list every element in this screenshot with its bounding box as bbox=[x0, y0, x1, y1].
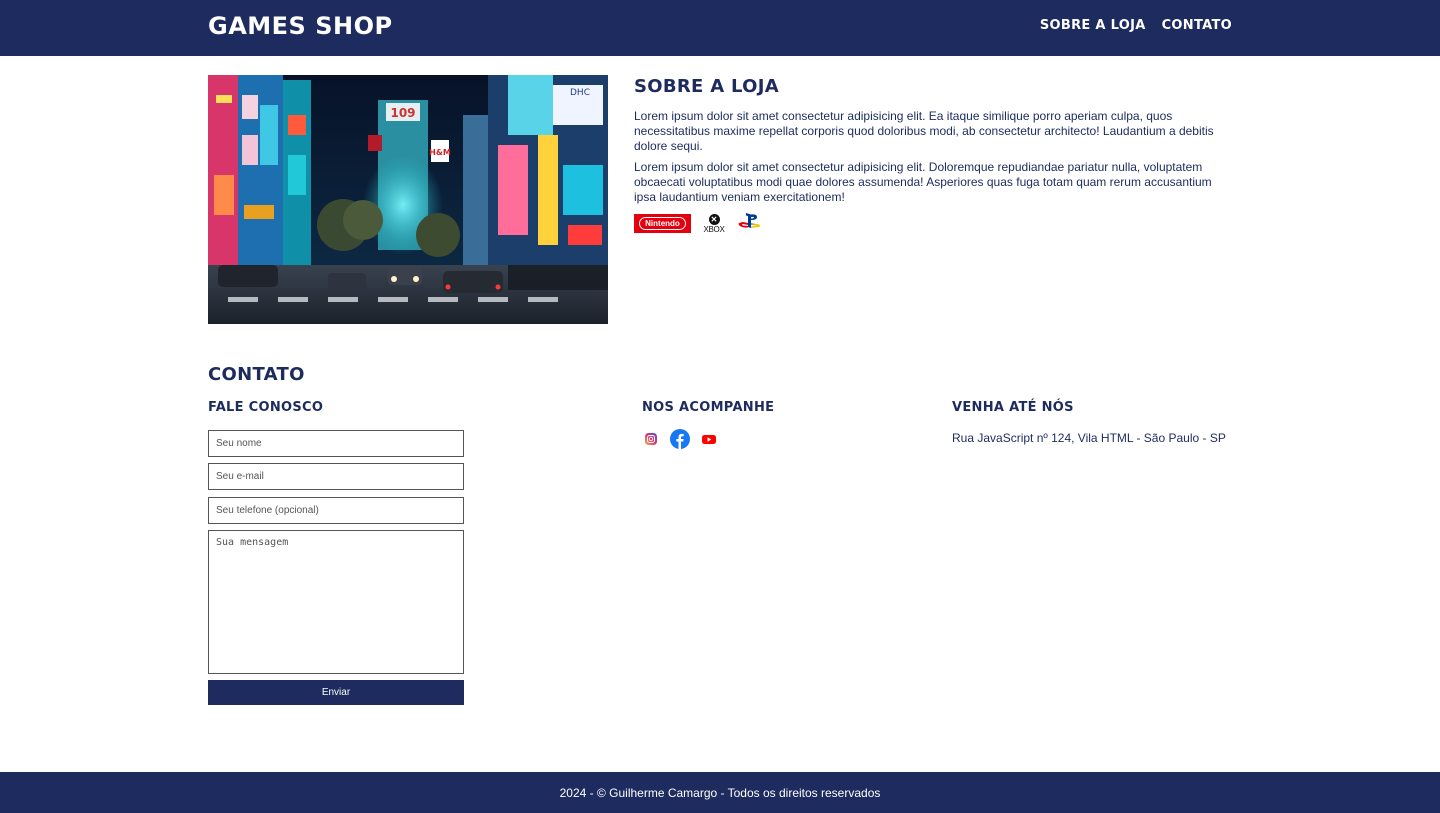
social-links bbox=[642, 429, 718, 449]
store-address: Rua JavaScript nº 124, Vila HTML - São P… bbox=[952, 431, 1226, 445]
about-paragraph-2: Lorem ipsum dolor sit amet consectetur a… bbox=[634, 160, 1212, 204]
svg-text:109: 109 bbox=[390, 106, 415, 120]
email-input[interactable]: Seu e-mail bbox=[208, 463, 464, 490]
contact-title: CONTATO bbox=[208, 364, 305, 385]
form-title: FALE CONOSCO bbox=[208, 400, 324, 415]
about-section: SOBRE A LOJA Lorem ipsum dolor sit amet … bbox=[634, 76, 1232, 236]
name-input[interactable]: Seu nome bbox=[208, 430, 464, 457]
facebook-icon[interactable] bbox=[670, 429, 690, 449]
svg-text:DHC: DHC bbox=[570, 88, 590, 98]
phone-input[interactable]: Seu telefone (opcional) bbox=[208, 497, 464, 524]
xbox-logo-text: XBOX bbox=[703, 224, 725, 234]
message-textarea[interactable]: Sua mensagem bbox=[208, 530, 464, 674]
nintendo-logo: Nintendo bbox=[634, 214, 691, 233]
playstation-icon bbox=[737, 211, 763, 236]
svg-text:H&M: H&M bbox=[429, 148, 451, 157]
footer-copyright: 2024 - © Guilherme Camargo - Todos os di… bbox=[559, 785, 881, 800]
site-footer: 2024 - © Guilherme Camargo - Todos os di… bbox=[0, 772, 1440, 813]
nintendo-logo-text: Nintendo bbox=[639, 217, 686, 230]
xbox-sphere-icon: ✕ bbox=[708, 213, 720, 225]
nav-link-contato[interactable]: CONTATO bbox=[1162, 18, 1232, 33]
store-photo: 109 H&M DHC bbox=[208, 75, 608, 324]
main-nav: SOBRE A LOJA CONTATO bbox=[1040, 18, 1232, 33]
brand-logo[interactable]: GAMES SHOP bbox=[208, 12, 393, 40]
about-title: SOBRE A LOJA bbox=[634, 76, 779, 97]
youtube-icon[interactable] bbox=[700, 430, 718, 448]
instagram-icon[interactable] bbox=[642, 430, 660, 448]
site-header: GAMES SHOP SOBRE A LOJA CONTATO bbox=[0, 0, 1440, 56]
xbox-logo: ✕ XBOX bbox=[701, 213, 727, 234]
visit-title: VENHA ATÉ NÓS bbox=[952, 400, 1074, 415]
social-title: NOS ACOMPANHE bbox=[642, 400, 775, 415]
send-button[interactable]: Enviar bbox=[208, 680, 464, 705]
platform-logos: Nintendo ✕ XBOX bbox=[634, 211, 1232, 236]
about-paragraph-1: Lorem ipsum dolor sit amet consectetur a… bbox=[634, 109, 1214, 153]
nav-link-sobre[interactable]: SOBRE A LOJA bbox=[1040, 18, 1146, 33]
